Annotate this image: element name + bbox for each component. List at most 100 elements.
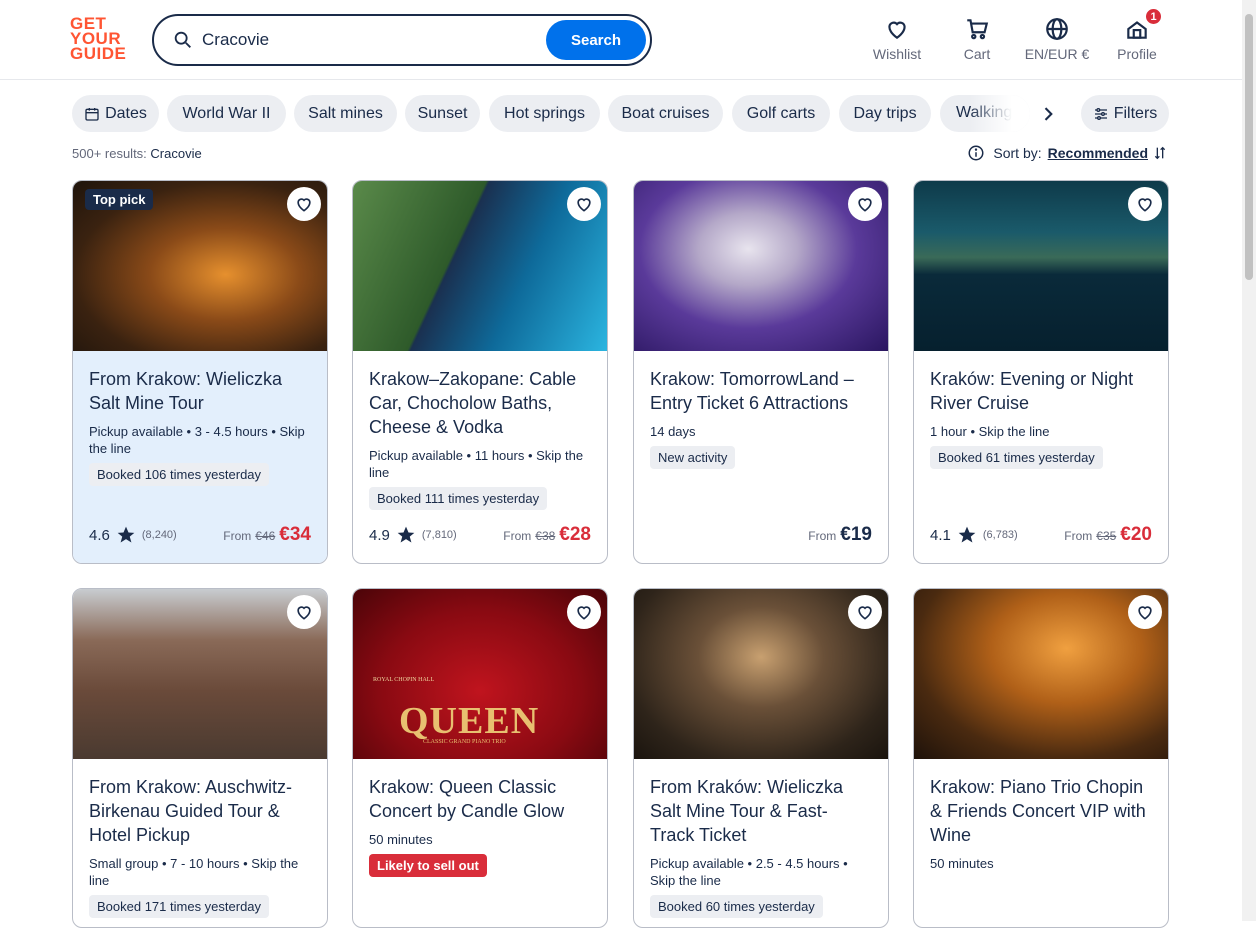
card-title[interactable]: From Krakow: Wieliczka Salt Mine Tour	[89, 367, 311, 415]
card-title[interactable]: Krakow: TomorrowLand – Entry Ticket 6 At…	[650, 367, 872, 415]
card-title[interactable]: Krakow: Piano Trio Chopin & Friends Conc…	[930, 775, 1152, 847]
wishlist-heart-button[interactable]	[1128, 595, 1162, 629]
activity-card[interactable]: Krakow–Zakopane: Cable Car, Chocholow Ba…	[352, 180, 608, 564]
globe-icon	[1046, 18, 1068, 40]
info-icon[interactable]	[967, 144, 985, 162]
card-title[interactable]: Krakow–Zakopane: Cable Car, Chocholow Ba…	[369, 367, 591, 439]
heart-icon	[297, 198, 311, 212]
page-scrollbar[interactable]	[1242, 0, 1256, 921]
old-price: €46	[255, 529, 276, 543]
wishlist-heart-button[interactable]	[287, 187, 321, 221]
wishlist-label: Wishlist	[872, 46, 922, 62]
rating-value: 4.6	[89, 526, 110, 544]
chip-day-trips[interactable]: Day trips	[839, 95, 931, 132]
current-price: €19	[840, 524, 872, 545]
card-footer: From €19	[650, 523, 872, 547]
cart-icon	[967, 19, 989, 40]
wishlist-heart-button[interactable]	[1128, 187, 1162, 221]
filters-button[interactable]: Filters	[1081, 95, 1169, 132]
activity-card[interactable]: From Krakow: Auschwitz-Birkenau Guided T…	[72, 588, 328, 928]
activity-image	[353, 181, 607, 351]
wishlist-nav[interactable]: Wishlist	[868, 14, 926, 66]
star-icon	[958, 526, 976, 543]
chevron-right-icon[interactable]	[1038, 104, 1058, 124]
card-meta: 50 minutes	[930, 856, 994, 871]
notification-badge: 1	[1144, 7, 1163, 26]
likely-to-sell-out-badge: Likely to sell out	[369, 854, 487, 877]
activity-card[interactable]: Top pick From Krakow: Wieliczka Salt Min…	[72, 180, 328, 564]
wishlist-heart-button[interactable]	[567, 595, 601, 629]
chip-boat-cruises[interactable]: Boat cruises	[608, 95, 723, 132]
search-input[interactable]	[200, 26, 540, 54]
heart-icon	[1138, 606, 1152, 620]
wishlist-heart-button[interactable]	[848, 595, 882, 629]
price-from-label: From	[223, 529, 252, 543]
chip-world-war-ii[interactable]: World War II	[167, 95, 286, 132]
wishlist-heart-button[interactable]	[567, 187, 601, 221]
logo[interactable]: GET YOUR GUIDE	[70, 15, 130, 63]
activity-card[interactable]: From Kraków: Wieliczka Salt Mine Tour & …	[633, 588, 889, 928]
activity-card[interactable]: Krakow: Piano Trio Chopin & Friends Conc…	[913, 588, 1169, 928]
star-icon	[397, 526, 415, 543]
price: From €35 €20	[1064, 524, 1152, 546]
activity-image: ROYAL CHOPIN HALL QUEEN CLASSIC GRAND PI…	[353, 589, 607, 759]
rating-value: 4.1	[930, 526, 951, 544]
sort-dropdown[interactable]: Recommended	[1048, 145, 1148, 161]
card-meta: 14 days	[650, 424, 696, 439]
calendar-icon	[85, 107, 99, 121]
activity-image	[73, 589, 327, 759]
activity-image	[634, 181, 888, 351]
search-button[interactable]: Search	[546, 20, 646, 60]
cart-nav[interactable]: Cart	[955, 14, 999, 66]
activity-image	[634, 589, 888, 759]
card-meta: 50 minutes	[369, 832, 433, 847]
chip-label: Dates	[105, 104, 147, 122]
chip-dates[interactable]: Dates	[72, 95, 159, 132]
card-footer: 4.6 (8,240) From €46 €34	[89, 523, 311, 547]
price: From €46 €34	[223, 524, 311, 546]
booked-badge: Booked 61 times yesterday	[930, 446, 1103, 469]
card-title[interactable]: From Kraków: Wieliczka Salt Mine Tour & …	[650, 775, 872, 847]
poster-top-text: ROYAL CHOPIN HALL	[373, 677, 435, 683]
language-label: EN/EUR €	[1024, 46, 1090, 62]
chip-hot-springs[interactable]: Hot springs	[489, 95, 600, 132]
filter-sliders-icon	[1094, 107, 1107, 120]
price: From €19	[808, 524, 872, 546]
card-footer: 4.9 (7,810) From €38 €28	[369, 523, 591, 547]
poster-subtitle: CLASSIC GRAND PIANO TRIO	[423, 739, 506, 745]
activity-card[interactable]: Kraków: Evening or Night River Cruise 1 …	[913, 180, 1169, 564]
activity-card[interactable]: Krakow: TomorrowLand – Entry Ticket 6 At…	[633, 180, 889, 564]
language-nav[interactable]: EN/EUR €	[1018, 14, 1096, 66]
logo-line-3: GUIDE	[70, 44, 127, 63]
new-activity-badge: New activity	[650, 446, 736, 469]
heart-icon	[577, 198, 591, 212]
cart-label: Cart	[963, 46, 991, 62]
chip-label: Walking to	[956, 104, 1030, 121]
star-icon	[117, 526, 135, 543]
chip-golf-carts[interactable]: Golf carts	[732, 95, 830, 132]
chip-sunset[interactable]: Sunset	[405, 95, 480, 132]
chip-walking-tours[interactable]: Walking to	[940, 95, 1030, 132]
card-meta: Pickup available • 3 - 4.5 hours • Skip …	[89, 424, 305, 456]
price: From €38 €28	[503, 524, 591, 546]
rating: 4.9 (7,810)	[369, 525, 457, 545]
scrollbar-thumb[interactable]	[1245, 14, 1253, 280]
sort-arrows-icon[interactable]	[1152, 145, 1168, 161]
wishlist-heart-button[interactable]	[848, 187, 882, 221]
card-body: Krakow: Piano Trio Chopin & Friends Conc…	[914, 759, 1168, 927]
search-icon	[174, 31, 191, 48]
booked-badge: Booked 106 times yesterday	[89, 463, 270, 486]
activity-card[interactable]: ROYAL CHOPIN HALL QUEEN CLASSIC GRAND PI…	[352, 588, 608, 928]
activity-image	[914, 589, 1168, 759]
card-footer: 4.1 (6,783) From €35 €20	[930, 523, 1152, 547]
current-price: €28	[559, 524, 591, 545]
card-title[interactable]: From Krakow: Auschwitz-Birkenau Guided T…	[89, 775, 311, 847]
card-meta: Pickup available • 2.5 - 4.5 hours • Ski…	[650, 856, 848, 888]
card-title[interactable]: Krakow: Queen Classic Concert by Candle …	[369, 775, 591, 823]
card-title[interactable]: Kraków: Evening or Night River Cruise	[930, 367, 1152, 415]
price-from-label: From	[1064, 529, 1093, 543]
booked-badge: Booked 171 times yesterday	[89, 895, 270, 918]
wishlist-heart-button[interactable]	[287, 595, 321, 629]
card-body: Krakow: Queen Classic Concert by Candle …	[353, 759, 607, 927]
chip-salt-mines[interactable]: Salt mines	[294, 95, 397, 132]
